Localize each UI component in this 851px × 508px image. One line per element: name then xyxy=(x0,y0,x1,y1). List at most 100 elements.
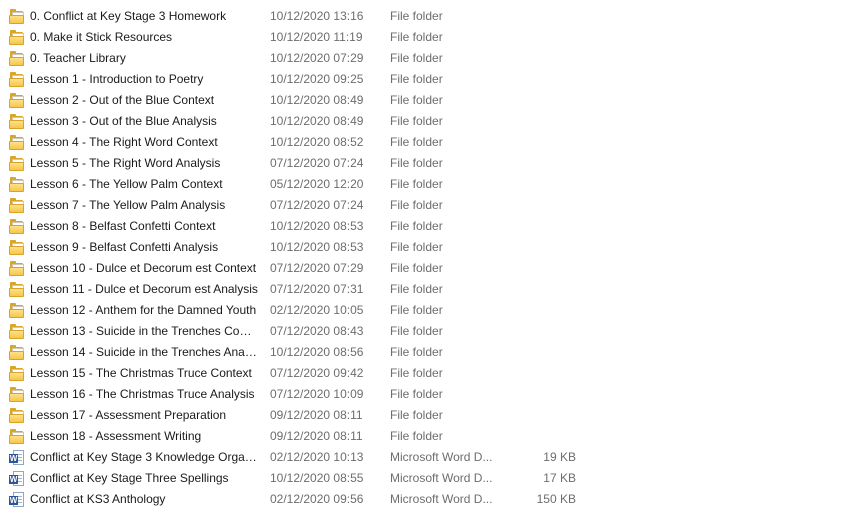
folder-icon xyxy=(9,219,25,234)
file-name: Lesson 4 - The Right Word Context xyxy=(30,135,218,149)
date-modified: 07/12/2020 09:42 xyxy=(270,366,364,380)
date-modified: 10/12/2020 08:49 xyxy=(270,114,364,128)
file-size: 17 KB xyxy=(543,471,576,485)
date-modified: 07/12/2020 10:09 xyxy=(270,387,364,401)
folder-icon xyxy=(9,9,25,24)
date-modified: 07/12/2020 07:29 xyxy=(270,261,364,275)
file-row[interactable]: Lesson 8 - Belfast Confetti Context 10/12… xyxy=(0,216,851,237)
folder-icon xyxy=(9,240,25,255)
file-type: File folder xyxy=(390,9,443,23)
file-row[interactable]: W Conflict at Key Stage Three Spellings 10… xyxy=(0,468,851,489)
date-modified: 05/12/2020 12:20 xyxy=(270,177,364,191)
file-type: Microsoft Word D... xyxy=(390,492,493,506)
date-modified: 10/12/2020 08:49 xyxy=(270,93,364,107)
folder-icon xyxy=(9,51,25,66)
date-modified: 07/12/2020 07:24 xyxy=(270,156,364,170)
file-name: Lesson 10 - Dulce et Decorum est Context xyxy=(30,261,257,275)
file-type: File folder xyxy=(390,114,443,128)
folder-icon xyxy=(9,198,25,213)
file-row[interactable]: 0. Teacher Library 10/12/2020 07:29 File f… xyxy=(0,48,851,69)
file-row[interactable]: Lesson 18 - Assessment Writing 09/12/2020… xyxy=(0,426,851,447)
date-modified: 02/12/2020 10:13 xyxy=(270,450,364,464)
file-name: Lesson 16 - The Christmas Truce Analysis xyxy=(30,387,255,401)
folder-icon xyxy=(9,408,25,423)
file-row[interactable]: Lesson 14 - Suicide in the Trenches Anal… xyxy=(0,342,851,363)
file-row[interactable]: Lesson 15 - The Christmas Truce Context 0… xyxy=(0,363,851,384)
file-row[interactable]: Lesson 1 - Introduction to Poetry 10/12/2… xyxy=(0,69,851,90)
file-type: File folder xyxy=(390,387,443,401)
file-name: Lesson 1 - Introduction to Poetry xyxy=(30,72,204,86)
file-row[interactable]: Lesson 7 - The Yellow Palm Analysis 07/12… xyxy=(0,195,851,216)
file-type: Microsoft Word D... xyxy=(390,471,493,485)
file-name: Conflict at Key Stage 3 Knowledge Organ.… xyxy=(30,450,258,464)
file-row[interactable]: Lesson 16 - The Christmas Truce Analysis… xyxy=(0,384,851,405)
file-row[interactable]: 0. Conflict at Key Stage 3 Homework 10/12… xyxy=(0,6,851,27)
file-row[interactable]: Lesson 10 - Dulce et Decorum est Context… xyxy=(0,258,851,279)
file-row[interactable]: 0. Make it Stick Resources 10/12/2020 11:… xyxy=(0,27,851,48)
file-row[interactable]: Lesson 17 - Assessment Preparation 09/12/… xyxy=(0,405,851,426)
file-row[interactable]: Lesson 11 - Dulce et Decorum est Analysi… xyxy=(0,279,851,300)
folder-icon xyxy=(9,303,25,318)
file-type: File folder xyxy=(390,156,443,170)
date-modified: 02/12/2020 09:56 xyxy=(270,492,364,506)
file-row[interactable]: Lesson 13 - Suicide in the Trenches Cont… xyxy=(0,321,851,342)
file-type: File folder xyxy=(390,219,443,233)
file-list: 0. Conflict at Key Stage 3 Homework 10/12… xyxy=(0,6,851,508)
date-modified: 09/12/2020 08:11 xyxy=(270,429,363,443)
file-name: Lesson 14 - Suicide in the Trenches Anal… xyxy=(30,345,258,359)
file-type: File folder xyxy=(390,429,443,443)
folder-icon xyxy=(9,93,25,108)
file-name: Lesson 9 - Belfast Confetti Analysis xyxy=(30,240,219,254)
file-type: File folder xyxy=(390,303,443,317)
date-modified: 07/12/2020 07:24 xyxy=(270,198,364,212)
file-name: Lesson 18 - Assessment Writing xyxy=(30,429,202,443)
file-name: Lesson 5 - The Right Word Analysis xyxy=(30,156,221,170)
folder-icon xyxy=(9,387,25,402)
file-row[interactable]: Lesson 6 - The Yellow Palm Context 05/12/… xyxy=(0,174,851,195)
date-modified: 10/12/2020 08:53 xyxy=(270,219,364,233)
file-name: 0. Teacher Library xyxy=(30,51,126,65)
file-type: File folder xyxy=(390,345,443,359)
file-row[interactable]: Lesson 4 - The Right Word Context 10/12/2… xyxy=(0,132,851,153)
folder-icon xyxy=(9,177,25,192)
date-modified: 10/12/2020 08:52 xyxy=(270,135,364,149)
file-row[interactable]: Lesson 5 - The Right Word Analysis 07/12/… xyxy=(0,153,851,174)
file-type: File folder xyxy=(390,135,443,149)
file-row[interactable]: Lesson 2 - Out of the Blue Context 10/12/… xyxy=(0,90,851,111)
file-type: Microsoft Word D... xyxy=(390,450,493,464)
file-name: Lesson 17 - Assessment Preparation xyxy=(30,408,227,422)
file-name: Lesson 12 - Anthem for the Damned Youth xyxy=(30,303,257,317)
date-modified: 10/12/2020 11:19 xyxy=(270,30,363,44)
file-name: Lesson 13 - Suicide in the Trenches Cont… xyxy=(30,324,258,338)
date-modified: 10/12/2020 07:29 xyxy=(270,51,364,65)
date-modified: 07/12/2020 07:31 xyxy=(270,282,364,296)
folder-icon xyxy=(9,429,25,444)
file-type: File folder xyxy=(390,72,443,86)
file-name: Lesson 11 - Dulce et Decorum est Analysi… xyxy=(30,282,258,296)
file-type: File folder xyxy=(390,261,443,275)
file-row[interactable]: W Conflict at Key Stage 3 Knowledge Organ… xyxy=(0,447,851,468)
file-size: 150 KB xyxy=(536,492,576,506)
file-type: File folder xyxy=(390,30,443,44)
file-type: File folder xyxy=(390,198,443,212)
file-row[interactable]: Lesson 3 - Out of the Blue Analysis 10/12… xyxy=(0,111,851,132)
folder-icon xyxy=(9,324,25,339)
file-type: File folder xyxy=(390,177,443,191)
file-row[interactable]: W Conflict at KS3 Anthology 02/12/2020 09:… xyxy=(0,489,851,508)
file-row[interactable]: Lesson 9 - Belfast Confetti Analysis 10/1… xyxy=(0,237,851,258)
file-type: File folder xyxy=(390,282,443,296)
file-name: 0. Make it Stick Resources xyxy=(30,30,173,44)
date-modified: 10/12/2020 09:25 xyxy=(270,72,364,86)
date-modified: 10/12/2020 13:16 xyxy=(270,9,364,23)
file-row[interactable]: Lesson 12 - Anthem for the Damned Youth 0… xyxy=(0,300,851,321)
file-type: File folder xyxy=(390,240,443,254)
file-name: Lesson 8 - Belfast Confetti Context xyxy=(30,219,216,233)
date-modified: 10/12/2020 08:55 xyxy=(270,471,364,485)
file-name: Lesson 2 - Out of the Blue Context xyxy=(30,93,215,107)
folder-icon xyxy=(9,345,25,360)
folder-icon xyxy=(9,114,25,129)
file-name: 0. Conflict at Key Stage 3 Homework xyxy=(30,9,227,23)
file-name: Lesson 6 - The Yellow Palm Context xyxy=(30,177,223,191)
file-name: Conflict at Key Stage Three Spellings xyxy=(30,471,229,485)
file-type: File folder xyxy=(390,366,443,380)
